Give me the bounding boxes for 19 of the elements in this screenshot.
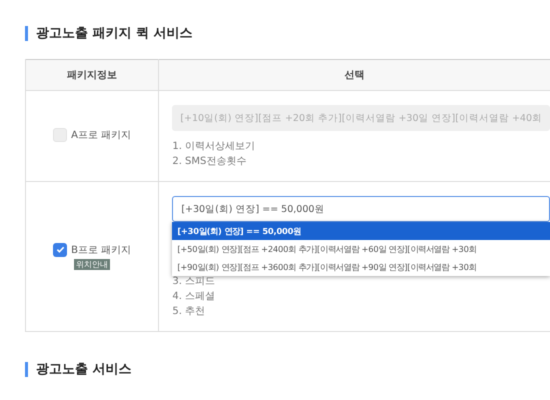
feature-item: 5. 추천 (172, 305, 206, 319)
column-header: 선택 (158, 60, 550, 90)
feature-item: 1. 이력서상세보기 (172, 140, 256, 154)
feature-item: 4. 스페셜 (172, 290, 216, 304)
package-label[interactable]: A프로 패키지 (71, 128, 132, 142)
feature-item: 3. 스피드 (172, 275, 216, 289)
checkbox[interactable] (53, 242, 68, 257)
checkbox[interactable] (53, 128, 68, 142)
package-select[interactable]: [+30일(회) 연장] == 50,000원 (172, 196, 550, 222)
section-title: 광고노출 서비스 (25, 362, 550, 377)
column-header: 패키지정보 (26, 60, 159, 90)
section-title: 광고노출 패키지 퀵 서비스 (25, 26, 550, 41)
feature-item: 2. SMS전송횟수 (172, 155, 248, 169)
checkmark-icon (56, 245, 65, 254)
location-badge[interactable]: 위치안내 (74, 259, 110, 270)
package-label[interactable]: B프로 패키지 (71, 242, 132, 257)
dropdown-option[interactable]: [+30일(회) 연장] == 50,000원 (172, 222, 550, 240)
dropdown-option[interactable]: [+50일(회) 연장][점프 +2400회 추가][이력서열람 +60일 연장][이력서열람 +30회 (172, 240, 550, 258)
dropdown-option[interactable]: [+90일(회) 연장][점프 +3600회 추가][이력서열람 +90일 연장][이력서열람 +30회 (172, 258, 550, 276)
